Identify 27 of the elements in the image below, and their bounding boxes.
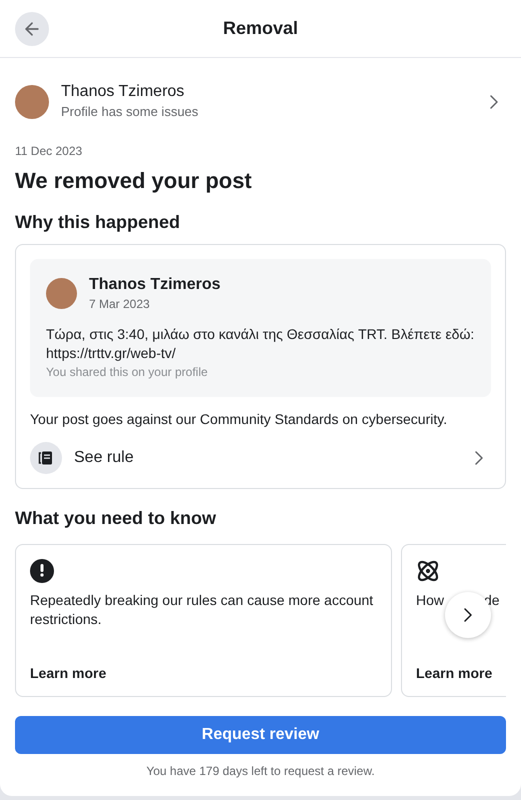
- card-text: Repeatedly breaking our rules can cause more account restrictions.: [30, 590, 374, 628]
- profile-row[interactable]: Thanos Tzimeros Profile has some issues: [0, 58, 521, 134]
- headline: We removed your post: [15, 166, 253, 195]
- learn-more-link[interactable]: Learn more: [416, 662, 492, 684]
- post-text: Τώρα, στις 3:40, μιλάω στο κανάλι της Θεσσαλίας TRT. Βλέπετε εδώ: https://trttv.gr/web-tv/: [46, 324, 475, 362]
- rule-book-icon: [30, 442, 62, 474]
- post-date: 7 Mar 2023: [89, 296, 151, 312]
- avatar: [46, 278, 77, 309]
- see-rule-link[interactable]: See rule: [30, 442, 491, 474]
- page-title: Removal: [222, 17, 298, 40]
- profile-name: Thanos Tzimeros: [61, 82, 186, 102]
- back-button[interactable]: [15, 12, 49, 46]
- card-text: How: [416, 590, 444, 610]
- review-deadline-note: You have 179 days left to request a review.: [146, 762, 375, 780]
- profile-status: Profile has some issues: [61, 103, 200, 121]
- atom-icon: [416, 558, 440, 582]
- removal-date: 11 Dec 2023: [15, 142, 84, 160]
- info-card[interactable]: Repeatedly breaking our rules can cause more account restrictions. Learn more: [15, 544, 392, 696]
- post-author: Thanos Tzimeros: [89, 274, 221, 294]
- post-note: You shared this on your profile: [46, 364, 209, 380]
- section-heading: What you need to know: [15, 506, 217, 530]
- learn-more-link[interactable]: Learn more: [30, 662, 106, 684]
- reason-text: Your post goes against our Community Standards on cybersecurity.: [30, 410, 448, 429]
- request-review-button[interactable]: Request review: [15, 716, 506, 754]
- avatar: [15, 84, 49, 119]
- exclamation-icon: [30, 558, 54, 582]
- section-heading: Why this happened: [15, 210, 182, 234]
